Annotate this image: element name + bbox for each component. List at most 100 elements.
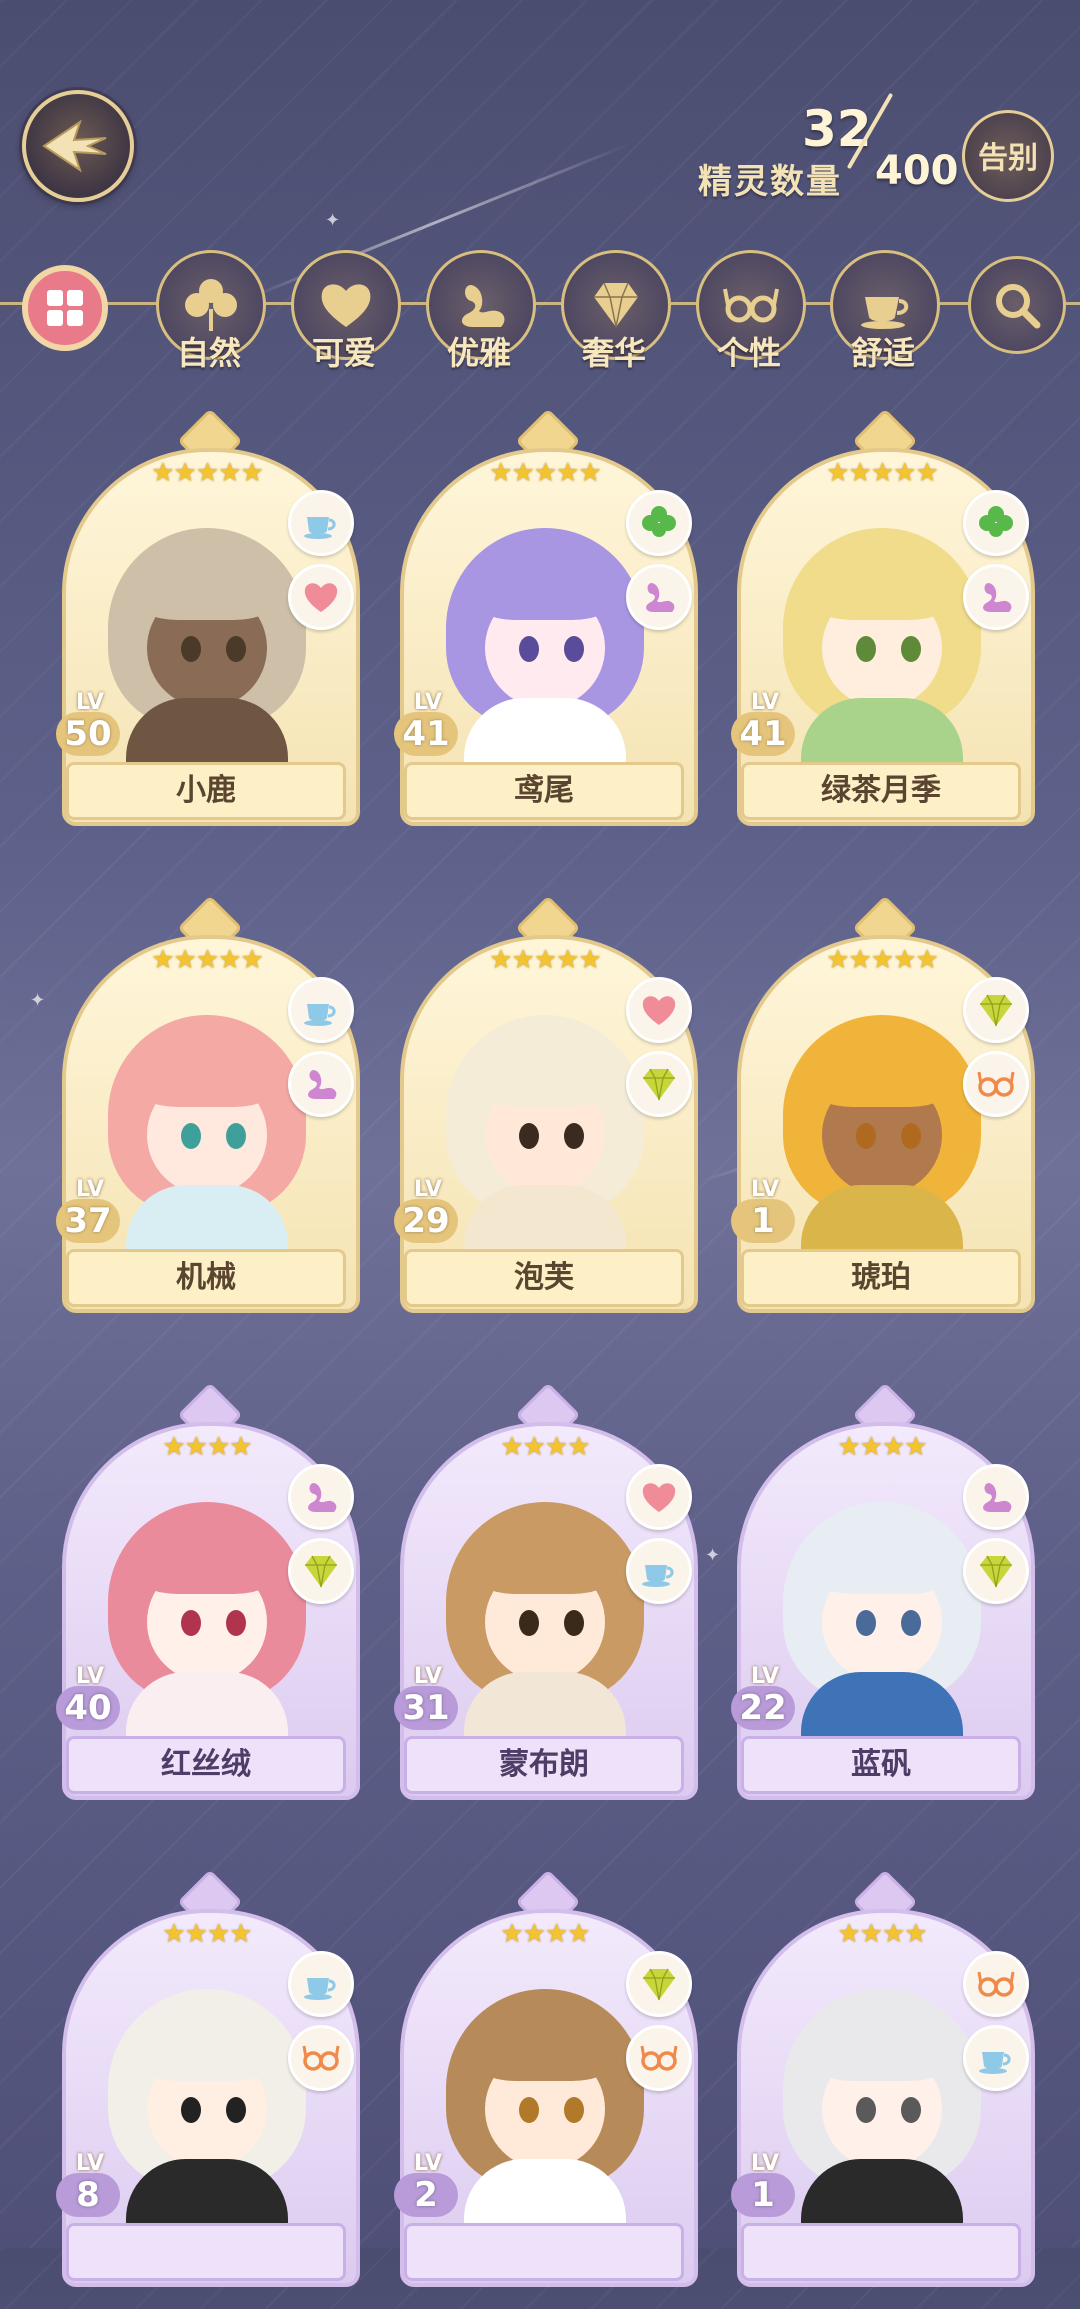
back-button[interactable]: [22, 90, 134, 202]
attribute-badge: [288, 1951, 354, 2017]
spirit-card[interactable]: ★★★★ LV 2: [394, 1869, 698, 2309]
spirit-name: 红丝绒: [66, 1736, 346, 1794]
attribute-badge: [288, 564, 354, 630]
portrait-eye: [564, 636, 584, 662]
heart-icon: [321, 284, 371, 327]
attribute-badge: [626, 1951, 692, 2017]
portrait-eye: [901, 1123, 921, 1149]
teacup-icon: [861, 297, 909, 329]
portrait-eye: [226, 2097, 246, 2123]
attribute-badge: [963, 1464, 1029, 1530]
spirit-card[interactable]: ★★★★★ LV 41 鸢尾: [394, 408, 698, 848]
spirit-count-label: 精灵数量: [698, 162, 842, 202]
portrait-eye: [226, 1123, 246, 1149]
search-button[interactable]: [964, 250, 1070, 354]
portrait-bangs: [811, 2015, 951, 2081]
portrait-eye: [519, 1610, 539, 1636]
spirit-card[interactable]: ★★★★ LV 40 红丝绒: [56, 1382, 360, 1822]
spirit-card[interactable]: ★★★★ LV 8: [56, 1869, 360, 2309]
filter-label: 可爱: [311, 334, 376, 372]
background-sparkle: ✦: [705, 1545, 721, 1566]
background-sparkle: ✦: [325, 210, 341, 231]
spirit-name: [404, 2223, 684, 2281]
rarity-stars: ★★★★: [837, 1919, 927, 1949]
spirit-card[interactable]: ★★★★★ LV 50 小鹿: [56, 408, 360, 848]
level-value: 31: [394, 1686, 458, 1730]
portrait-bangs: [811, 1041, 951, 1107]
filter-cozy-button[interactable]: 舒适: [830, 250, 940, 372]
portrait-bangs: [474, 554, 614, 620]
portrait-eye: [856, 2097, 876, 2123]
attribute-badge: [963, 1951, 1029, 2017]
portrait-eye: [564, 1123, 584, 1149]
portrait-eye: [856, 636, 876, 662]
attribute-badge: [288, 977, 354, 1043]
spirit-card[interactable]: ★★★★ LV 1: [731, 1869, 1035, 2309]
attribute-badge: [288, 1464, 354, 1530]
attribute-badge: [626, 564, 692, 630]
portrait-bangs: [474, 1528, 614, 1594]
rarity-stars: ★★★★★: [826, 458, 939, 488]
spirit-name: 小鹿: [66, 762, 346, 820]
portrait-eye: [856, 1610, 876, 1636]
filter-cute-button[interactable]: 可爱: [291, 250, 401, 372]
back-arrow-icon: [42, 119, 107, 173]
attribute-badge: [626, 977, 692, 1043]
filter-nature-button[interactable]: 自然: [156, 250, 266, 372]
spirit-name: 鸢尾: [404, 762, 684, 820]
rarity-stars: ★★★★★: [826, 945, 939, 975]
glasses-icon: [723, 288, 779, 323]
spirit-card[interactable]: ★★★★★ LV 41 绿茶月季: [731, 408, 1035, 848]
filter-luxury-button[interactable]: 奢华: [561, 250, 671, 372]
level-value: 22: [731, 1686, 795, 1730]
farewell-label: 告别: [978, 141, 1038, 176]
rarity-stars: ★★★★: [500, 1919, 590, 1949]
filter-label: 优雅: [446, 334, 511, 372]
rarity-stars: ★★★★: [500, 1432, 590, 1462]
clover-icon: [185, 279, 237, 331]
filter-personality-button[interactable]: 个性: [696, 250, 806, 372]
portrait-bangs: [136, 1041, 276, 1107]
filter-all-button[interactable]: [12, 250, 118, 351]
portrait-eye: [519, 636, 539, 662]
category-all-icon: [47, 290, 83, 326]
portrait-eye: [564, 2097, 584, 2123]
filter-elegant-button[interactable]: 优雅: [426, 250, 536, 372]
level-value: 41: [731, 712, 795, 756]
portrait-bangs: [474, 2015, 614, 2081]
spirit-name: [741, 2223, 1021, 2281]
spirit-name: 蓝矾: [741, 1736, 1021, 1794]
spirit-card[interactable]: ★★★★ LV 31 蒙布朗: [394, 1382, 698, 1822]
farewell-button[interactable]: 告别: [962, 110, 1054, 202]
portrait-eye: [901, 2097, 921, 2123]
attribute-badge: [963, 1538, 1029, 1604]
portrait-eye: [181, 636, 201, 662]
spirit-card[interactable]: ★★★★★ LV 37 机械: [56, 895, 360, 1335]
spirit-count-max: 400: [875, 148, 959, 194]
portrait-bangs: [811, 1528, 951, 1594]
level-value: 2: [394, 2173, 458, 2217]
level-value: 40: [56, 1686, 120, 1730]
attribute-badge: [626, 490, 692, 556]
filter-label: 舒适: [850, 334, 915, 372]
attribute-badge: [963, 490, 1029, 556]
portrait-eye: [856, 1123, 876, 1149]
diamond-icon: [594, 282, 638, 328]
spirit-card[interactable]: ★★★★★ LV 1 琥珀: [731, 895, 1035, 1335]
rarity-stars: ★★★★: [837, 1432, 927, 1462]
spirit-card[interactable]: ★★★★ LV 22 蓝矾: [731, 1382, 1035, 1822]
spirit-card[interactable]: ★★★★★ LV 29 泡芙: [394, 895, 698, 1335]
filter-label: 自然: [176, 334, 241, 372]
rarity-stars: ★★★★★: [489, 945, 602, 975]
portrait-eye: [519, 1123, 539, 1149]
portrait-eye: [564, 1610, 584, 1636]
spirit-name: 泡芙: [404, 1249, 684, 1307]
attribute-badge: [963, 2025, 1029, 2091]
portrait-eye: [226, 1610, 246, 1636]
portrait-eye: [181, 2097, 201, 2123]
spirit-count: 精灵数量 32 400: [690, 92, 960, 210]
attribute-badge: [626, 1464, 692, 1530]
portrait-eye: [901, 1610, 921, 1636]
attribute-badge: [288, 2025, 354, 2091]
filter-label: 个性: [716, 334, 781, 372]
